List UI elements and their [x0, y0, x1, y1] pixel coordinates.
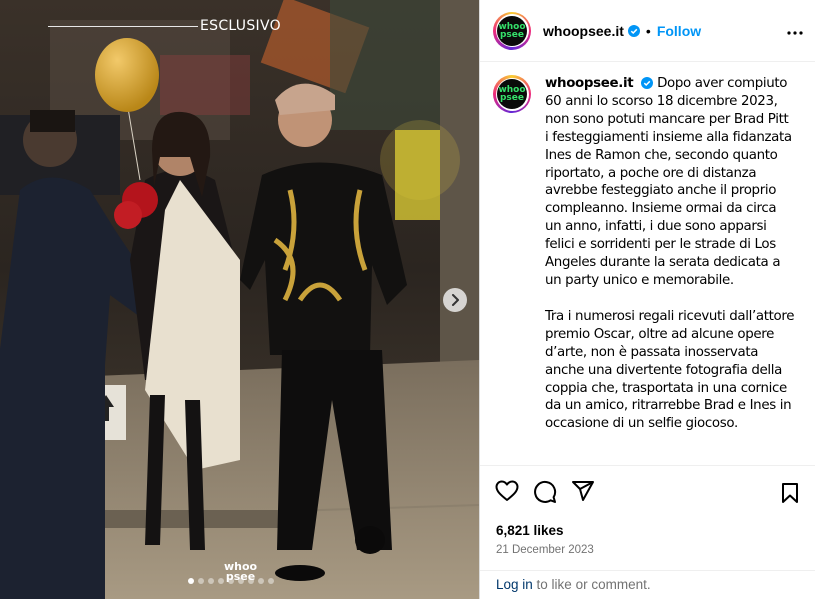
- caption-paragraph-2: Tra i numerosi regali ricevuti dall’atto…: [545, 308, 795, 432]
- carousel-dot: [258, 578, 264, 584]
- carousel-indicator: [188, 578, 274, 584]
- caption-username[interactable]: whoopsee.it: [545, 76, 634, 91]
- share-button[interactable]: [571, 480, 595, 504]
- more-options-icon: [787, 31, 803, 35]
- carousel-dot: [218, 578, 224, 584]
- share-icon: [572, 481, 594, 501]
- caption-section[interactable]: whoo psee whoopsee.it Dopo aver compiuto …: [480, 63, 815, 465]
- overlay-rule: [48, 26, 198, 27]
- login-prompt: Log in to like or comment.: [480, 570, 815, 599]
- carousel-dot: [238, 578, 244, 584]
- separator-dot: •: [645, 22, 651, 39]
- carousel-dot: [208, 578, 214, 584]
- follow-button[interactable]: Follow: [657, 23, 701, 39]
- verified-badge-icon: [641, 77, 654, 89]
- login-prompt-text: to like or comment.: [532, 577, 651, 592]
- chevron-right-icon: [452, 294, 459, 306]
- like-button[interactable]: [495, 480, 519, 504]
- avatar-logo: whoo psee: [497, 15, 527, 46]
- heart-icon: [495, 480, 519, 501]
- post-actions: 6,821 likes 21 December 2023: [480, 465, 815, 577]
- avatar-logo: whoo psee: [497, 79, 527, 109]
- exclusive-label: ESCLUSIVO: [200, 18, 281, 34]
- caption-paragraph-1: Dopo aver compiuto 60 anni lo scorso 18 …: [545, 76, 792, 288]
- comment-icon: [534, 480, 557, 503]
- username-link[interactable]: whoopsee.it: [543, 23, 624, 39]
- carousel-dot: [188, 578, 194, 584]
- post-media[interactable]: ESCLUSIVO whoo psee: [0, 0, 480, 599]
- comment-button[interactable]: [533, 480, 557, 504]
- bookmark-icon: [782, 483, 798, 503]
- save-button[interactable]: [781, 482, 799, 504]
- post-header: whoo psee whoopsee.it • Follow: [480, 0, 815, 62]
- verified-badge-icon: [627, 24, 640, 37]
- caption-avatar[interactable]: whoo psee: [493, 75, 531, 113]
- avatar[interactable]: whoo psee: [493, 11, 531, 50]
- post-side-panel: whoo psee whoopsee.it • Follow whoo psee w: [480, 0, 815, 599]
- post-date[interactable]: 21 December 2023: [496, 544, 594, 556]
- carousel-dot: [268, 578, 274, 584]
- post-photo: [0, 0, 479, 599]
- likes-count[interactable]: 6,821 likes: [496, 523, 564, 538]
- carousel-dot: [228, 578, 234, 584]
- carousel-dot: [248, 578, 254, 584]
- login-link[interactable]: Log in: [496, 577, 533, 592]
- more-options-button[interactable]: [787, 22, 803, 40]
- caption-text: whoopsee.it Dopo aver compiuto 60 anni l…: [545, 75, 795, 465]
- carousel-dot: [198, 578, 204, 584]
- carousel-next-button[interactable]: [443, 288, 467, 312]
